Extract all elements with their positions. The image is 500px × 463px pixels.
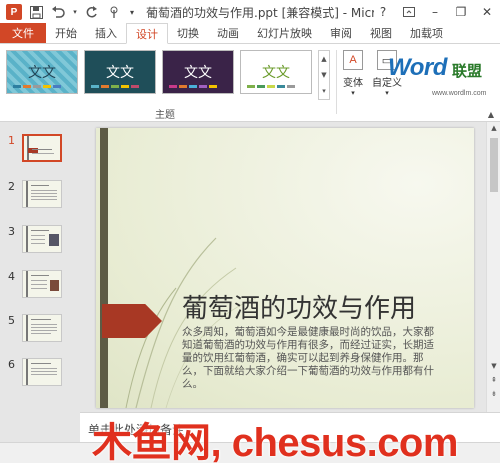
ribbon-display-icon[interactable] [396, 0, 422, 24]
slide-thumbnail[interactable] [22, 314, 62, 342]
theme-sample-text: 文文 [28, 65, 56, 81]
thumbnail-item[interactable]: 5 [8, 314, 62, 342]
slide-thumbnail[interactable] [22, 180, 62, 208]
variants-label: 变体 [343, 78, 363, 89]
redo-icon[interactable] [84, 4, 100, 20]
undo-dropdown-icon[interactable]: ▾ [72, 4, 78, 20]
chevron-down-icon: ▾ [351, 89, 355, 97]
slide-thumbnail[interactable] [22, 134, 62, 162]
tab-home[interactable]: 开始 [46, 23, 86, 43]
word-lianmeng-logo: Word 联盟 www.wordlm.com [384, 46, 496, 104]
variants-icon: A [343, 50, 363, 70]
thumbnail-number: 3 [8, 225, 15, 238]
window-title: 葡萄酒的功效与作用.ppt [兼容模式] - Micros... [146, 5, 374, 20]
slide-body-text[interactable]: 众多周知，葡萄酒如今是最健康最时尚的饮品，大家都知道葡萄酒的功效与作用有很多，而… [182, 326, 442, 391]
previous-slide-icon[interactable]: ⇞ [487, 376, 500, 384]
window-controls: ? – ❐ ✕ [370, 0, 500, 24]
undo-icon[interactable] [50, 4, 66, 20]
save-icon[interactable] [28, 4, 44, 20]
help-button[interactable]: ? [370, 0, 396, 24]
theme-thumbnail-1[interactable]: 文文 [6, 50, 78, 94]
scroll-down-icon[interactable]: ▼ [487, 362, 500, 370]
tab-view[interactable]: 视图 [361, 23, 401, 43]
theme-sample-text: 文文 [262, 65, 290, 81]
thumbnail-number: 4 [8, 270, 15, 283]
variants-button[interactable]: A 变体 ▾ [338, 50, 368, 97]
powerpoint-app-icon[interactable]: P [6, 4, 22, 20]
vertical-scrollbar[interactable]: ▲ ▼ ⇞ ⇟ [486, 122, 500, 412]
logo-word-text: Word [388, 54, 447, 81]
scroll-up-icon[interactable]: ▲ [321, 55, 326, 63]
slide-canvas[interactable]: 葡萄酒的功效与作用 众多周知，葡萄酒如今是最健康最时尚的饮品，大家都知道葡萄酒的… [96, 128, 474, 408]
collapse-ribbon-icon[interactable]: ▲ [488, 110, 494, 119]
thumbnail-item[interactable]: 3 [8, 225, 62, 253]
scroll-down-icon[interactable]: ▼ [321, 71, 326, 79]
tab-file[interactable]: 文件 [0, 23, 46, 43]
thumbnail-number: 2 [8, 180, 15, 193]
slide-accent-bar [100, 128, 108, 408]
theme-gallery: 文文 文文 文文 文文 [6, 50, 312, 94]
slide-editor: 葡萄酒的功效与作用 众多周知，葡萄酒如今是最健康最时尚的饮品，大家都知道葡萄酒的… [80, 122, 486, 412]
title-bar: P ▾ ▾ 葡萄酒的功效与作用.ppt [兼容模式] - Micros... ?… [0, 0, 500, 24]
theme-sample-text: 文文 [106, 65, 134, 81]
slide-title[interactable]: 葡萄酒的功效与作用 [182, 288, 416, 325]
tab-review[interactable]: 审阅 [321, 23, 361, 43]
slide-thumbnail-pane: 1 2 3 4 5 6 [0, 122, 80, 422]
themes-group-label: 主题 [155, 110, 175, 121]
logo-cn-text: 联盟 [452, 62, 483, 80]
thumbnail-number: 6 [8, 358, 15, 371]
thumbnail-item[interactable]: 1 [8, 134, 62, 162]
minimize-button[interactable]: – [422, 0, 448, 24]
restore-button[interactable]: ❐ [448, 0, 474, 24]
theme-thumbnail-3[interactable]: 文文 [162, 50, 234, 94]
theme-gallery-scroll[interactable]: ▲ ▼ ▾ [318, 50, 330, 100]
tab-transitions[interactable]: 切换 [168, 23, 208, 43]
tab-slideshow[interactable]: 幻灯片放映 [248, 23, 321, 43]
tab-design[interactable]: 设计 [126, 23, 168, 44]
theme-thumbnail-2[interactable]: 文文 [84, 50, 156, 94]
thumbnail-item[interactable]: 6 [8, 358, 62, 386]
quick-access-toolbar: ▾ ▾ [28, 4, 136, 20]
thumbnail-number: 5 [8, 314, 15, 327]
scroll-up-icon[interactable]: ▲ [487, 124, 500, 132]
slide-thumbnail[interactable] [22, 270, 62, 298]
ribbon-tabs: 文件 开始 插入 设计 切换 动画 幻灯片放映 审阅 视图 加载项 [0, 23, 500, 44]
tab-animations[interactable]: 动画 [208, 23, 248, 43]
logo-url: www.wordlm.com [432, 90, 487, 97]
thumbnail-number: 1 [8, 134, 15, 147]
tab-addins[interactable]: 加载项 [401, 23, 452, 43]
ribbon-separator [336, 50, 337, 114]
theme-sample-text: 文文 [184, 65, 212, 81]
more-icon[interactable]: ▾ [322, 87, 326, 95]
site-watermark: 木鱼网, chesus.com [92, 421, 458, 463]
close-button[interactable]: ✕ [474, 0, 500, 24]
tab-insert[interactable]: 插入 [86, 23, 126, 43]
theme-thumbnail-4[interactable]: 文文 [240, 50, 312, 94]
touch-mode-icon[interactable] [106, 4, 122, 20]
next-slide-icon[interactable]: ⇟ [487, 390, 500, 398]
customize-qa-icon[interactable]: ▾ [128, 4, 136, 20]
scrollbar-thumb[interactable] [490, 138, 498, 192]
thumbnail-item[interactable]: 4 [8, 270, 62, 298]
ribbon-design: 文文 文文 文文 文文 ▲ ▼ ▾ 主题 A 变体 ▾ ▭ 自定义 ▾ Word… [0, 44, 500, 122]
thumbnail-item[interactable]: 2 [8, 180, 62, 208]
slide-thumbnail[interactable] [22, 225, 62, 253]
slide-thumbnail[interactable] [22, 358, 62, 386]
